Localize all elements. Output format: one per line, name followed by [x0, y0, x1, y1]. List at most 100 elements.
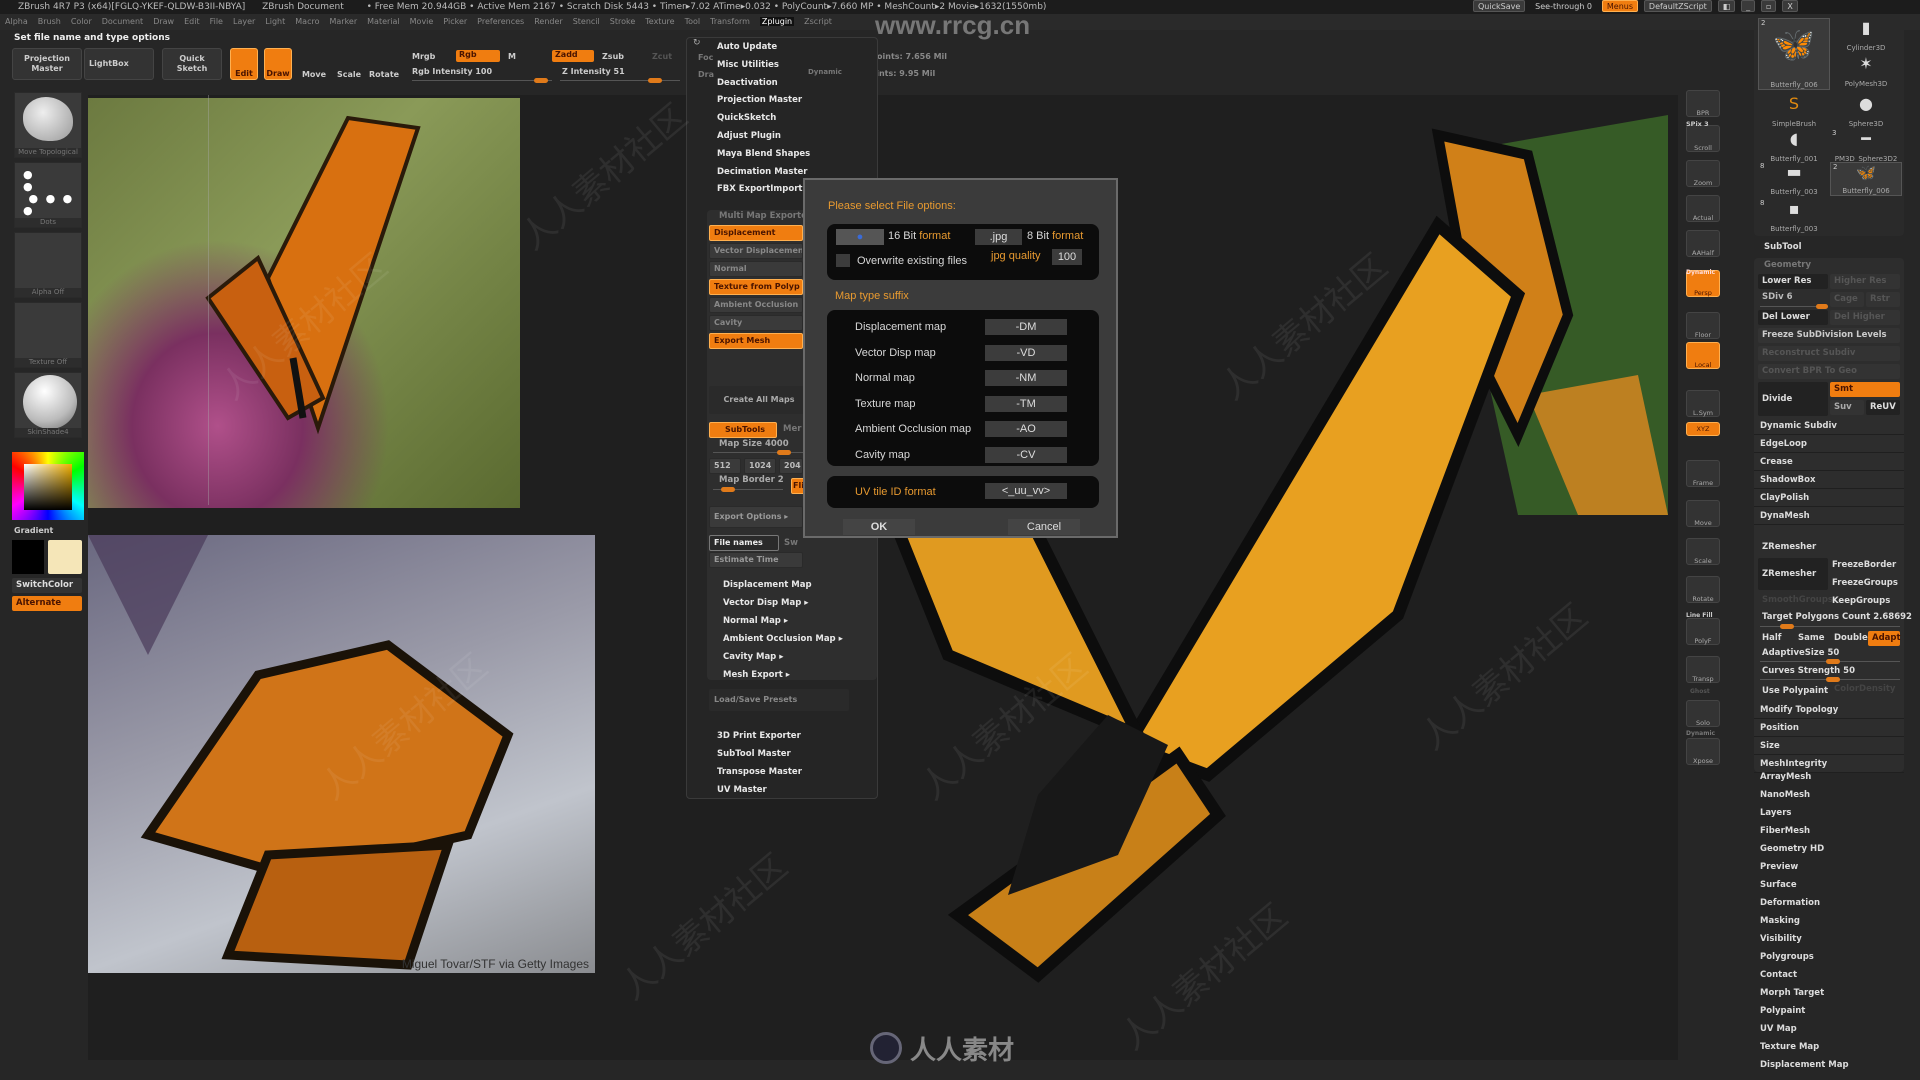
keep-groups-button[interactable]: KeepGroups: [1832, 596, 1890, 606]
geometry-shadowbox[interactable]: ShadowBox: [1754, 472, 1904, 489]
default-zscript-button[interactable]: DefaultZScript: [1643, 0, 1712, 12]
shelf-floor-button[interactable]: Floor: [1686, 312, 1720, 339]
menu-draw[interactable]: Draw: [153, 17, 174, 26]
size-512-button[interactable]: 512: [709, 458, 741, 474]
use-polypaint-button[interactable]: Use Polypaint: [1762, 686, 1828, 696]
del-higher-button[interactable]: Del Higher: [1830, 310, 1900, 325]
sdiv-track[interactable]: [1760, 304, 1828, 309]
geometry-dynamesh[interactable]: DynaMesh: [1754, 508, 1904, 525]
load-save-presets-button[interactable]: Load/Save Presets: [709, 689, 849, 711]
quicksave-button[interactable]: QuickSave: [1473, 0, 1526, 12]
z-intensity-track[interactable]: [560, 78, 680, 83]
shelf-solo-button[interactable]: Solo: [1686, 700, 1720, 727]
map-border-slider[interactable]: Map Border 2: [719, 475, 784, 485]
material-thumbnail[interactable]: SkinShade4: [14, 372, 82, 438]
menu-file[interactable]: File: [210, 17, 223, 26]
mme-title[interactable]: Multi Map Exporter: [719, 211, 811, 221]
suffix-field-displacement-map[interactable]: -DM: [985, 319, 1067, 335]
sdiv-slider[interactable]: SDiv 6: [1762, 292, 1793, 302]
geometry-size[interactable]: Size: [1754, 738, 1904, 755]
tool-section-displacement-map[interactable]: Displacement Map: [1760, 1060, 1849, 1070]
freeze-groups-button[interactable]: FreezeGroups: [1832, 578, 1898, 588]
draw-button[interactable]: Draw: [264, 48, 292, 80]
uv-tile-field[interactable]: <_uu_vv>: [985, 483, 1067, 499]
tool-section-texture-map[interactable]: Texture Map: [1760, 1042, 1819, 1052]
tool-section-surface[interactable]: Surface: [1760, 880, 1797, 890]
shelf-bpr-button[interactable]: BPR: [1686, 90, 1720, 117]
toggle-normal[interactable]: Normal: [709, 261, 803, 277]
adaptive-size-slider[interactable]: AdaptiveSize 50: [1762, 648, 1839, 658]
tool-section-arraymesh[interactable]: ArrayMesh: [1760, 772, 1811, 782]
tool-section-uv-map[interactable]: UV Map: [1760, 1024, 1797, 1034]
jpg-format-button[interactable]: .jpg: [975, 229, 1022, 245]
tool-butterfly-003[interactable]: ▪ Butterfly_003 8: [1758, 199, 1830, 233]
spix-slider[interactable]: SPix 3: [1686, 120, 1709, 128]
shelf-polyf-button[interactable]: PolyF: [1686, 618, 1720, 645]
menu-light[interactable]: Light: [265, 17, 285, 26]
shelf-actual-button[interactable]: Actual: [1686, 195, 1720, 222]
zplugin-item-fbx-exportimport[interactable]: FBX ExportImport: [717, 184, 802, 194]
zplugin-item-projection-master[interactable]: Projection Master: [717, 95, 802, 105]
zcut-button[interactable]: Zcut: [652, 52, 672, 61]
reuv-button[interactable]: ReUV: [1866, 400, 1900, 415]
cage-button[interactable]: Cage: [1830, 292, 1864, 307]
zplugin-item-maya-blend-shapes[interactable]: Maya Blend Shapes: [717, 149, 810, 159]
tool-butterfly-006[interactable]: 🦋 Butterfly_006 2: [1758, 18, 1830, 90]
toggle-cavity[interactable]: Cavity: [709, 315, 803, 331]
menu-zplugin[interactable]: Zplugin: [759, 17, 795, 26]
menu-stroke[interactable]: Stroke: [610, 17, 636, 26]
half-button[interactable]: Half: [1762, 633, 1781, 643]
smooth-groups-slider[interactable]: SmoothGroups: [1762, 595, 1833, 605]
main-color-swatch[interactable]: [12, 540, 44, 574]
texture-thumbnail[interactable]: Texture Off: [14, 302, 82, 368]
rotate-button[interactable]: Rotate: [369, 48, 399, 80]
zplugin-sub-mesh-export[interactable]: Mesh Export ▸: [723, 670, 790, 680]
map-size-slider[interactable]: Map Size 4000: [719, 439, 789, 449]
tool-butterfly-003[interactable]: ▬ Butterfly_003 8: [1758, 162, 1830, 196]
zplugin-item-deactivation[interactable]: Deactivation: [717, 78, 778, 88]
double-button[interactable]: Double: [1834, 633, 1868, 643]
shelf-scroll-button[interactable]: Scroll: [1686, 125, 1720, 152]
gradient-label[interactable]: Gradient: [14, 526, 53, 535]
zplugin-item-auto-update[interactable]: Auto Update: [717, 42, 777, 52]
lower-res-button[interactable]: Lower Res: [1758, 274, 1828, 289]
tool-butterfly-006[interactable]: 🦋 Butterfly_006 2: [1830, 162, 1902, 196]
zplugin-item-uv-master[interactable]: UV Master: [717, 785, 767, 795]
create-all-maps-button[interactable]: Create All Maps: [709, 386, 809, 414]
toggle-export-mesh[interactable]: Export Mesh: [709, 333, 803, 349]
higher-res-button[interactable]: Higher Res: [1830, 274, 1900, 289]
zplugin-sub-ambient-occlusion-map[interactable]: Ambient Occlusion Map ▸: [723, 634, 843, 644]
maximize-icon[interactable]: ▫: [1761, 0, 1777, 12]
move-button[interactable]: Move: [300, 48, 328, 80]
zplugin-item-quicksketch[interactable]: QuickSketch: [717, 113, 776, 123]
alternate-button[interactable]: Alternate: [12, 596, 82, 611]
menu-tool[interactable]: Tool: [685, 17, 701, 26]
rgb-intensity-slider[interactable]: Rgb Intensity 100: [412, 67, 492, 76]
convert-bpr-button[interactable]: Convert BPR To Geo: [1758, 364, 1900, 379]
suffix-field-vector-disp-map[interactable]: -VD: [985, 344, 1067, 361]
jpg-quality-field[interactable]: 100: [1052, 249, 1082, 265]
tool-section-preview[interactable]: Preview: [1760, 862, 1798, 872]
suv-button[interactable]: Suv: [1830, 400, 1864, 415]
dynamic-button[interactable]: Dynamic: [808, 68, 842, 76]
tool-section-morph-target[interactable]: Morph Target: [1760, 988, 1824, 998]
alpha-thumbnail[interactable]: Alpha Off: [14, 232, 82, 298]
geometry-crease[interactable]: Crease: [1754, 454, 1904, 471]
export-options-button[interactable]: Export Options ▸: [709, 506, 803, 528]
tool-sphere3d[interactable]: ● Sphere3D: [1830, 94, 1902, 128]
tool-section-deformation[interactable]: Deformation: [1760, 898, 1820, 908]
zplugin-item-3d-print-exporter[interactable]: 3D Print Exporter: [717, 731, 801, 741]
smt-button[interactable]: Smt: [1830, 382, 1900, 397]
tool-simplebrush[interactable]: S SimpleBrush: [1758, 94, 1830, 128]
tool-pm3d-sphere3d2[interactable]: ━ PM3D_Sphere3D2 3: [1830, 129, 1902, 163]
zplugin-item-misc-utilities[interactable]: Misc Utilities: [717, 60, 779, 70]
toggle-texture-from-polyp[interactable]: Texture from Polyp: [709, 279, 803, 295]
shelf-scale-button[interactable]: Scale: [1686, 538, 1720, 565]
switch-color-button[interactable]: SwitchColor: [12, 578, 82, 593]
menu-layer[interactable]: Layer: [233, 17, 255, 26]
color-saturation-square[interactable]: [24, 464, 72, 510]
adaptive-size-track[interactable]: [1760, 659, 1900, 664]
menu-alpha[interactable]: Alpha: [5, 17, 28, 26]
zplugin-sub-cavity-map[interactable]: Cavity Map ▸: [723, 652, 784, 662]
zplugin-item-subtool-master[interactable]: SubTool Master: [717, 749, 791, 759]
